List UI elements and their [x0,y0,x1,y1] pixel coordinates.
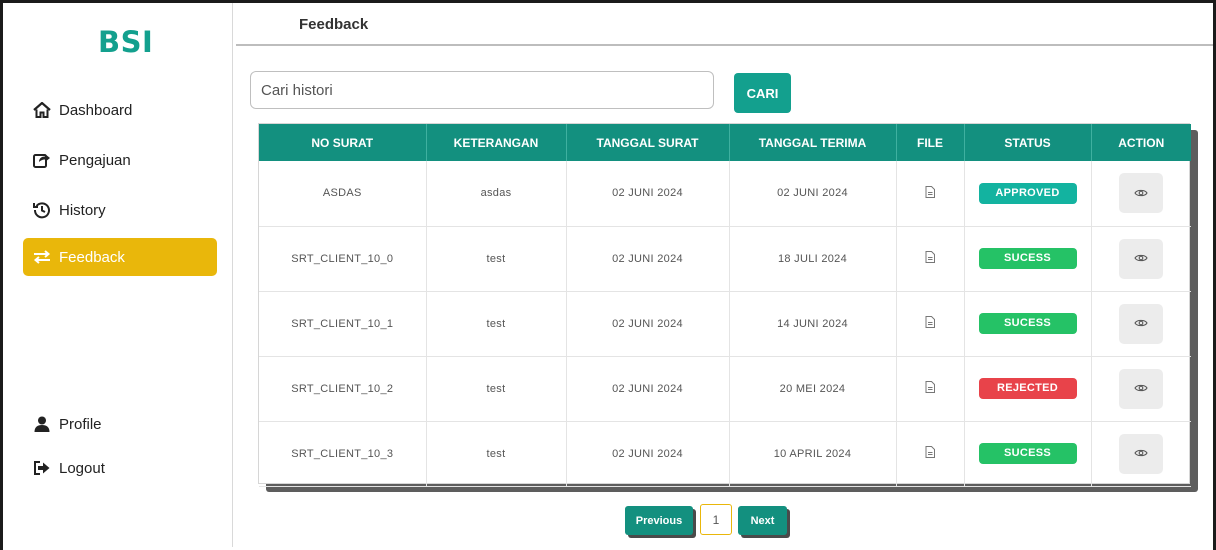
user-icon [31,415,53,433]
cell-file [896,161,965,227]
cell-tanggal-surat: 02 JUNI 2024 [566,291,730,357]
column-header: TANGGAL TERIMA [729,124,897,161]
logout-icon [31,459,53,477]
sidebar-item-logout[interactable]: Logout [23,449,217,487]
eye-icon [1134,381,1148,396]
table-header-row: NO SURAT KETERANGAN TANGGAL SURAT TANGGA… [259,124,1191,161]
status-badge: SUCESS [978,313,1077,334]
table-row: SRT_CLIENT_10_0 test 02 JUNI 2024 18 JULI 2… [259,226,1191,292]
column-header: FILE [896,124,965,161]
cell-tanggal-surat: 02 JUNI 2024 [566,226,730,292]
file-icon[interactable] [925,446,935,458]
sidebar-item-profile[interactable]: Profile [23,405,217,443]
cell-tanggal-terima: 14 JUNI 2024 [729,291,897,357]
cell-tanggal-terima: 10 APRIL 2024 [729,421,897,487]
next-page-button[interactable]: Next [738,506,787,535]
cell-tanggal-terima: 18 JULI 2024 [729,226,897,292]
status-badge: SUCESS [978,443,1077,464]
cell-file [896,226,965,292]
sidebar-item-label: Logout [59,459,105,477]
header-divider [236,44,1213,46]
brand-logo: BSI [98,25,154,59]
view-button[interactable] [1119,368,1164,409]
cell-tanggal-surat: 02 JUNI 2024 [566,161,730,227]
cell-keterangan: test [426,421,567,487]
sidebar-item-label: Dashboard [59,101,133,119]
file-icon[interactable] [925,251,935,263]
column-header: STATUS [964,124,1092,161]
eye-icon [1134,186,1148,201]
cell-status: REJECTED [964,356,1092,422]
cell-tanggal-terima: 20 MEI 2024 [729,356,897,422]
cell-action [1091,161,1191,227]
view-button[interactable] [1119,238,1164,279]
view-button[interactable] [1119,303,1164,344]
cell-no-surat: SRT_CLIENT_10_2 [259,356,427,422]
status-badge: APPROVED [978,182,1077,204]
sidebar-item-dashboard[interactable]: Dashboard [23,91,217,129]
search-button[interactable]: CARI [734,73,791,113]
current-page-indicator[interactable]: 1 [700,504,732,535]
cell-file [896,356,965,422]
cell-action [1091,226,1191,292]
column-header: TANGGAL SURAT [566,124,730,161]
cell-keterangan: test [426,291,567,357]
home-icon [31,101,53,119]
view-button[interactable] [1119,433,1164,474]
cell-file [896,421,965,487]
cell-tanggal-surat: 02 JUNI 2024 [566,421,730,487]
eye-icon [1134,316,1148,331]
sidebar-item-pengajuan[interactable]: Pengajuan [23,141,217,179]
cell-status: SUCESS [964,421,1092,487]
table-row: ASDAS asdas 02 JUNI 2024 02 JUNI 2024 APPROV… [259,161,1191,227]
history-table: NO SURAT KETERANGAN TANGGAL SURAT TANGGA… [258,123,1191,487]
cell-tanggal-terima: 02 JUNI 2024 [729,161,897,227]
cell-no-surat: SRT_CLIENT_10_3 [259,421,427,487]
cell-action [1091,291,1191,357]
column-header: KETERANGAN [426,124,567,161]
share-icon [31,151,53,169]
file-icon[interactable] [925,316,935,328]
cell-no-surat: SRT_CLIENT_10_0 [259,226,427,292]
cell-action [1091,421,1191,487]
table-row: SRT_CLIENT_10_3 test 02 JUNI 2024 10 APRIL … [259,421,1191,487]
cell-file [896,291,965,357]
sidebar-item-history[interactable]: History [23,191,217,229]
table-row: SRT_CLIENT_10_2 test 02 JUNI 2024 20 MEI 20… [259,356,1191,422]
cell-status: SUCESS [964,226,1092,292]
eye-icon [1134,446,1148,461]
status-badge: REJECTED [978,378,1077,399]
sidebar-item-feedback[interactable]: Feedback [23,238,217,276]
file-icon[interactable] [925,185,935,198]
sidebar-item-label: History [59,201,106,219]
sidebar-item-label: Profile [59,415,102,433]
search-input[interactable] [250,71,714,109]
cell-no-surat: SRT_CLIENT_10_1 [259,291,427,357]
status-badge: SUCESS [978,248,1077,269]
table-row: SRT_CLIENT_10_1 test 02 JUNI 2024 14 JUNI 2… [259,291,1191,357]
cell-keterangan: asdas [426,161,567,227]
cell-tanggal-surat: 02 JUNI 2024 [566,356,730,422]
cell-keterangan: test [426,356,567,422]
sidebar-item-label: Pengajuan [59,151,131,169]
cell-keterangan: test [426,226,567,292]
sidebar-item-label: Feedback [59,248,125,266]
file-icon[interactable] [925,381,935,393]
previous-page-button[interactable]: Previous [625,506,693,535]
cell-status: APPROVED [964,161,1092,227]
eye-icon [1134,251,1148,266]
cell-no-surat: ASDAS [259,161,427,227]
page-title: Feedback [299,16,369,33]
cell-status: SUCESS [964,291,1092,357]
view-button[interactable] [1119,173,1164,214]
cell-action [1091,356,1191,422]
sidebar: BSI Dashboard Pengajuan History Feedback… [3,3,233,547]
column-header: NO SURAT [259,124,427,161]
column-header: ACTION [1091,124,1191,161]
exchange-icon [31,248,53,266]
history-icon [31,201,53,219]
